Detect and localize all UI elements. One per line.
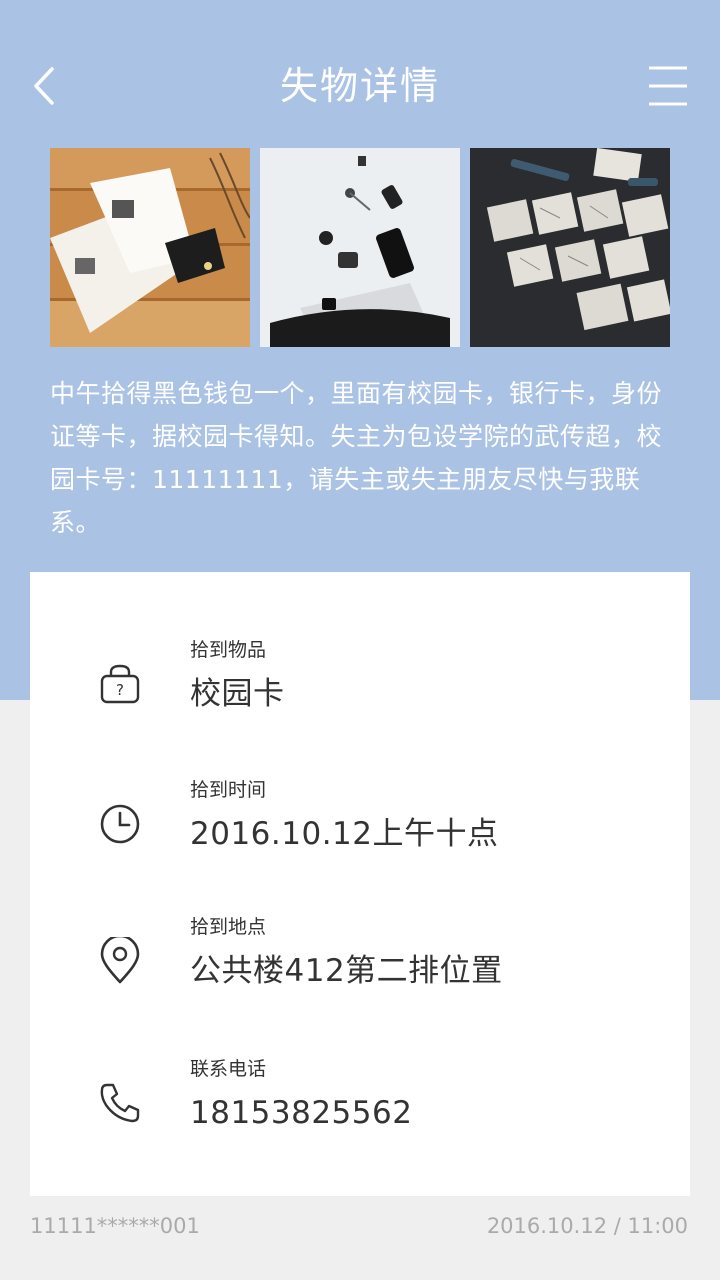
- detail-value: 公共楼412第二排位置: [190, 953, 503, 989]
- lost-item-bag-icon: ?: [96, 660, 144, 708]
- app-header: 失物详情: [0, 0, 720, 140]
- detail-row-time: 拾到时间 2016.10.12上午十点: [30, 778, 690, 898]
- post-datetime: 2016.10.12 / 11:00: [486, 1214, 688, 1238]
- detail-row-location: 拾到地点 公共楼412第二排位置: [30, 915, 690, 1035]
- item-photo-1[interactable]: [50, 148, 250, 347]
- detail-card: ? 拾到物品 校园卡 拾到时间 2016.10.12上午十点 拾到地点 公共楼4…: [30, 572, 690, 1196]
- detail-label: 拾到地点: [190, 916, 267, 938]
- page-title: 失物详情: [279, 64, 440, 108]
- poster-id: 11111******001: [30, 1214, 200, 1238]
- detail-row-phone[interactable]: 联系电话 18153825562: [30, 1057, 690, 1177]
- detail-value: 2016.10.12上午十点: [190, 816, 499, 852]
- menu-icon: [649, 66, 687, 106]
- detail-label: 拾到时间: [190, 779, 267, 801]
- item-photo-2[interactable]: [260, 148, 460, 347]
- detail-label: 拾到物品: [190, 639, 267, 661]
- clock-icon: [96, 800, 144, 848]
- phone-icon[interactable]: [96, 1079, 144, 1127]
- detail-value: 校园卡: [190, 676, 285, 712]
- detail-row-item: ? 拾到物品 校园卡: [30, 638, 690, 758]
- svg-text:?: ?: [116, 681, 124, 699]
- detail-label: 联系电话: [190, 1058, 267, 1080]
- location-pin-icon: [96, 937, 144, 985]
- item-description: 中午拾得黑色钱包一个，里面有校园卡，银行卡，身份证等卡，据校园卡得知。失主为包设…: [50, 379, 663, 537]
- menu-button[interactable]: [642, 58, 694, 114]
- phone-number[interactable]: 18153825562: [190, 1091, 412, 1135]
- item-photo-3[interactable]: [470, 148, 670, 347]
- photo-gallery: [50, 148, 670, 347]
